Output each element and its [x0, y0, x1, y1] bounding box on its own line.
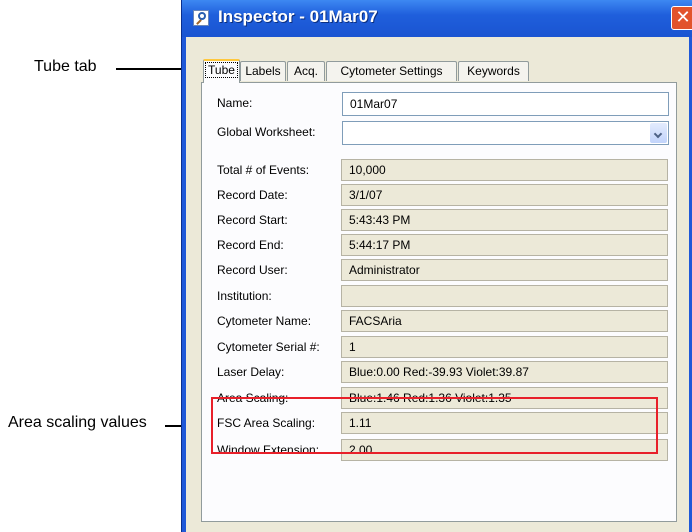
name-label: Name: [217, 96, 253, 110]
record-end-value: 5:44:17 PM [341, 234, 668, 256]
cytometer-serial-value: 1 [341, 336, 668, 358]
window-title: Inspector - 01Mar07 [218, 7, 378, 26]
global-worksheet-select[interactable] [342, 121, 669, 145]
total-events-label: Total # of Events: [217, 163, 310, 177]
institution-label: Institution: [217, 289, 272, 303]
cytometer-name-label: Cytometer Name: [217, 314, 312, 328]
area-scaling-callout: Area scaling values [8, 414, 147, 431]
record-end-label: Record End: [217, 238, 284, 252]
name-field[interactable]: 01Mar07 [342, 92, 669, 116]
laser-delay-value: Blue:0.00 Red:-39.93 Violet:39.87 [341, 361, 668, 383]
close-button[interactable]: ✕ [671, 6, 692, 30]
tab-keywords[interactable]: Keywords [458, 61, 529, 81]
tab-tube-label: Tube [205, 62, 238, 78]
tab-tube[interactable]: Tube [203, 59, 240, 83]
title-bar[interactable]: Inspector - 01Mar07 ✕ [182, 0, 692, 37]
window-client-area: Tube Labels Acq. Cytometer Settings Keyw… [186, 37, 689, 532]
total-events-value: 10,000 [341, 159, 668, 181]
tab-labels[interactable]: Labels [240, 61, 286, 81]
tube-tab-callout: Tube tab [34, 58, 97, 75]
record-user-label: Record User: [217, 263, 288, 277]
record-start-value: 5:43:43 PM [341, 209, 668, 231]
area-scaling-highlight [211, 397, 658, 454]
record-start-label: Record Start: [217, 213, 288, 227]
laser-delay-label: Laser Delay: [217, 365, 285, 379]
cytometer-serial-label: Cytometer Serial #: [217, 340, 320, 354]
institution-value [341, 285, 668, 307]
chevron-down-icon[interactable] [650, 123, 667, 143]
cytometer-name-value: FACSAria [341, 310, 668, 332]
tab-acq[interactable]: Acq. [287, 61, 325, 81]
record-date-value: 3/1/07 [341, 184, 668, 206]
record-date-label: Record Date: [217, 188, 288, 202]
global-worksheet-label: Global Worksheet: [217, 125, 316, 139]
tab-cytometer-settings[interactable]: Cytometer Settings [326, 61, 457, 81]
record-user-value: Administrator [341, 259, 668, 281]
inspector-icon [193, 10, 209, 26]
tube-tab-panel: Name: 01Mar07 Global Worksheet: Total # … [201, 82, 677, 522]
